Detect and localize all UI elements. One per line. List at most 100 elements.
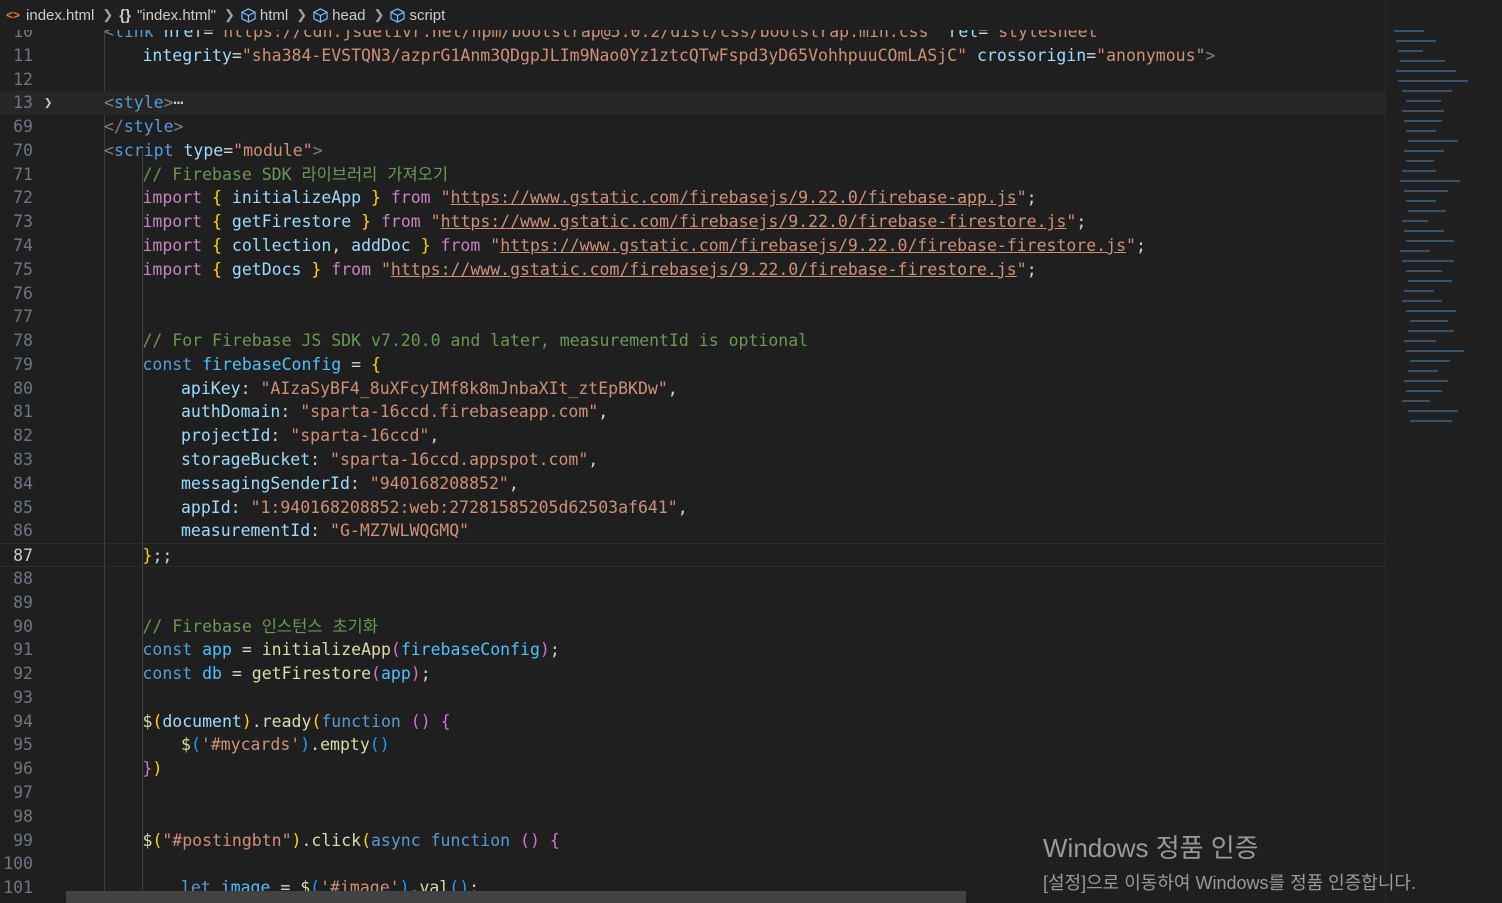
code-line[interactable]: 89 <box>0 591 1385 615</box>
breadcrumb-item-html[interactable]: html <box>241 7 288 24</box>
code-line[interactable]: 71 // Firebase SDK 라이브러리 가져오기 <box>0 163 1385 187</box>
line-number: 11 <box>13 45 33 65</box>
code-line[interactable]: 11 integrity="sha384-EVSTQN3/azprG1Anm3QD… <box>0 44 1385 68</box>
code-token: collection <box>231 236 332 256</box>
code-token: ) <box>300 735 311 755</box>
code-line[interactable]: 74 import { collection, addDoc } from "ht… <box>0 234 1385 258</box>
line-number: 78 <box>13 331 33 351</box>
line-number: 86 <box>13 521 33 541</box>
line-number: 69 <box>13 117 33 137</box>
code-token: { <box>212 236 222 256</box>
code-token: < <box>104 93 114 113</box>
code-token: empty <box>320 735 370 755</box>
breadcrumb-symbol[interactable]: {} "index.html" <box>119 7 216 24</box>
breadcrumb-file[interactable]: <> index.html <box>6 7 94 24</box>
code-line[interactable]: 88 <box>0 567 1385 591</box>
breadcrumb-item-script[interactable]: script <box>390 7 445 24</box>
minimap-line <box>1398 80 1468 82</box>
line-number: 77 <box>13 307 33 327</box>
code-line[interactable]: 10 <link href="https://cdn.jsdelivr.net/n… <box>0 30 1385 44</box>
minimap-line <box>1406 390 1442 392</box>
code-line[interactable]: 90 // Firebase 인스턴스 초기화 <box>0 615 1385 639</box>
code-token: " <box>490 236 501 256</box>
code-token: < <box>104 30 114 41</box>
minimap-line <box>1402 90 1452 92</box>
code-line[interactable]: 12 <box>0 68 1385 92</box>
code-token: } <box>420 236 431 256</box>
minimap-line <box>1404 230 1444 232</box>
code-text: // For Firebase JS SDK v7.20.0 and later… <box>143 329 809 353</box>
code-editor[interactable]: 10 <link href="https://cdn.jsdelivr.net/n… <box>0 30 1385 903</box>
code-line[interactable]: 93 <box>0 686 1385 710</box>
breadcrumb-item-head[interactable]: head <box>313 7 366 24</box>
minimap-line <box>1410 420 1452 422</box>
code-token: crossorigin <box>976 45 1087 65</box>
minimap-line <box>1402 110 1444 112</box>
code-line[interactable]: 70 <script type="module"> <box>0 139 1385 163</box>
code-text: $(document).ready(function () { <box>143 710 451 734</box>
code-token: = <box>221 664 252 684</box>
code-line[interactable]: 72 import { initializeApp } from "https:/… <box>0 186 1385 210</box>
code-line[interactable]: 95 $('#mycards').empty() <box>0 733 1385 757</box>
code-text: $('#mycards').empty() <box>181 733 390 757</box>
code-line[interactable]: 81 authDomain: "sparta-16ccd.firebaseapp.… <box>0 400 1385 424</box>
code-token: getDocs <box>231 259 302 279</box>
code-token: : <box>310 521 331 541</box>
code-line[interactable]: 82 projectId: "sparta-16ccd", <box>0 424 1385 448</box>
code-token: ( <box>152 711 163 731</box>
code-token: integrity <box>142 45 232 65</box>
fold-chevron-icon[interactable]: ❯ <box>44 91 52 115</box>
code-line[interactable]: 92 const db = getFirestore(app); <box>0 662 1385 686</box>
code-token: click <box>311 830 362 850</box>
code-text: <link href="https://cdn.jsdelivr.net/npm… <box>104 30 1107 44</box>
minimap-line <box>1406 160 1434 162</box>
code-token: = <box>223 140 234 160</box>
code-token: rel <box>948 30 979 41</box>
code-line[interactable]: 78 // For Firebase JS SDK v7.20.0 and lat… <box>0 329 1385 353</box>
code-line[interactable]: 84 messagingSenderId: "940168208852", <box>0 472 1385 496</box>
code-token: href <box>163 30 204 41</box>
code-line[interactable]: 83 storageBucket: "sparta-16ccd.appspot.c… <box>0 448 1385 472</box>
code-line[interactable]: 85 appId: "1:940168208852:web:27281585205… <box>0 496 1385 520</box>
code-line[interactable]: 76 <box>0 282 1385 306</box>
minimap-line <box>1404 120 1442 122</box>
code-token: > <box>163 93 174 113</box>
code-line[interactable]: 69 </style> <box>0 115 1385 139</box>
code-line[interactable]: 73 import { getFirestore } from "https://… <box>0 210 1385 234</box>
code-line[interactable]: 75 import { getDocs } from "https://www.g… <box>0 258 1385 282</box>
line-number: 97 <box>13 782 33 802</box>
line-number: 73 <box>13 212 33 232</box>
code-line[interactable]: 87};; <box>0 543 1385 568</box>
code-line[interactable]: 79 const firebaseConfig = { <box>0 353 1385 377</box>
code-line[interactable]: 97 <box>0 781 1385 805</box>
code-line[interactable]: 96}) <box>0 757 1385 781</box>
code-token: "AIzaSyBF4_8uXFcyIMf8k8mJnbaXIt_ztEpBKDw… <box>260 378 668 398</box>
code-line[interactable]: 86 measurementId: "G-MZ7WLWQGMQ" <box>0 519 1385 543</box>
code-line[interactable]: 13 ❯ <style>⋯ <box>0 91 1385 116</box>
windows-activation-watermark: Windows 정품 인증 [설정]으로 이동하여 Windows를 정품 인증… <box>1043 828 1416 895</box>
code-token: firebaseConfig <box>202 354 342 374</box>
code-line[interactable]: 94 $(document).ready(function () { <box>0 710 1385 734</box>
minimap[interactable] <box>1385 0 1502 903</box>
code-line[interactable]: 91 const app = initializeApp(firebaseConf… <box>0 638 1385 662</box>
code-line[interactable]: 80 apiKey: "AIzaSyBF4_8uXFcyIMf8k8mJnbaXI… <box>0 377 1385 401</box>
code-token: , <box>677 497 688 517</box>
code-token: https://www.gstatic.com/firebasejs/9.22.… <box>450 188 1017 208</box>
code-token: "sparta-16ccd" <box>290 426 430 446</box>
code-line[interactable]: 98 <box>0 805 1385 829</box>
code-token: < <box>104 140 114 160</box>
minimap-line <box>1408 330 1454 332</box>
code-token: function <box>430 830 511 850</box>
code-token: ( <box>152 830 163 850</box>
code-text: import { getFirestore } from "https://ww… <box>143 210 1087 234</box>
code-line[interactable]: 77 <box>0 305 1385 329</box>
code-token: addDoc <box>351 236 411 256</box>
minimap-line <box>1408 140 1458 142</box>
horizontal-scrollbar[interactable] <box>66 891 966 903</box>
